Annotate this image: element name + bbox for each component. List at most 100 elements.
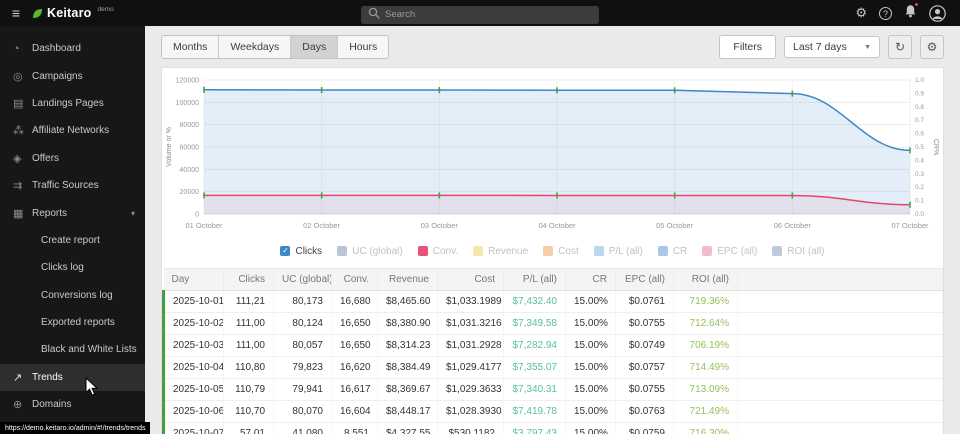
sidebar-item-dashboard[interactable]: ◔Dashboard [0,35,145,62]
offers-icon: ◈ [13,152,32,165]
app-window: ≡ Keitaro demo ⚙ ? [0,0,960,434]
column-header-revenue[interactable]: Revenue [378,269,438,291]
sidebar-item-landings-pages[interactable]: ▤Landings Pages [0,90,145,117]
column-header-cr[interactable]: CR [566,269,616,291]
sidebar-item-label: Create report [41,235,100,246]
left-axis-title: Volume or % [166,127,173,167]
legend-item-epc-all[interactable]: EPC (all) [702,246,757,257]
legend-swatch: ✓ [280,246,290,256]
sidebar-item-clicks-log[interactable]: Clicks log [0,254,145,281]
y-tick-label: 60000 [180,145,200,152]
column-header-uc-global[interactable]: UC (global) [274,269,332,291]
legend-label: Clicks [295,246,322,257]
sidebar-item-label: Landings Pages [32,98,104,109]
cell-roi-all: 716.30% [674,423,738,434]
column-header-p-l-all[interactable]: P/L (all) [504,269,566,291]
legend-item-cost[interactable]: Cost [543,246,579,257]
tab-months[interactable]: Months [162,36,219,58]
legend-swatch [337,246,347,256]
sidebar-item-affiliate-networks[interactable]: ⁂Affiliate Networks [0,117,145,144]
cell-p-l-all: $7,340.31 [504,379,566,401]
legend-label: UC (global) [352,246,403,257]
y-tick-label: 20000 [180,189,200,196]
legend-item-cr[interactable]: CR [658,246,687,257]
sidebar-item-label: Black and White Lists [41,344,137,355]
x-tick-label: 01 October [185,221,223,230]
cell-cost: $1,028.3930 [438,401,504,423]
sidebar-item-create-report[interactable]: Create report [0,227,145,254]
cell-uc-global: 79,823 [274,357,332,379]
column-header-cost[interactable]: Cost [438,269,504,291]
legend-swatch [473,246,483,256]
filters-button[interactable]: Filters [719,35,776,59]
column-header-roi-all[interactable]: ROI (all) [674,269,738,291]
sidebar-item-offers[interactable]: ◈Offers [0,145,145,172]
sidebar-item-exported-reports[interactable]: Exported reports [0,309,145,336]
legend-swatch [418,246,428,256]
x-tick-label: 02 October [303,221,341,230]
column-header-epc-all[interactable]: EPC (all) [616,269,674,291]
tab-days[interactable]: Days [291,36,338,58]
sidebar-item-conversions-log[interactable]: Conversions log [0,282,145,309]
cell-clicks: 110,70 [224,401,274,423]
cell-day: 2025-10-05 [164,379,224,401]
reports-icon: ▦ [13,207,32,220]
column-header-day[interactable]: Day [164,269,224,291]
sidebar-item-campaigns[interactable]: ◎Campaigns [0,62,145,89]
cell-cr: 15.00% [566,423,616,434]
traffic-icon: ⇉ [13,179,32,192]
tab-weekdays[interactable]: Weekdays [219,36,291,58]
column-header-clicks[interactable]: Clicks [224,269,274,291]
column-header-filler [738,269,943,291]
cell-p-l-all: $7,355.07 [504,357,566,379]
refresh-button[interactable]: ↻ [888,35,912,59]
legend-item-clicks[interactable]: ✓ Clicks [280,246,322,257]
y-tick-label: 100000 [176,100,199,107]
legend-label: Revenue [488,246,528,257]
avatar[interactable] [929,5,946,22]
settings-gear-icon[interactable]: ⚙ [855,5,867,21]
chart-settings-button[interactable]: ⚙ [920,35,944,59]
legend-item-roi-all[interactable]: ROI (all) [772,246,824,257]
cell-roi-all: 721.49% [674,401,738,423]
cell-epc-all: $0.0759 [616,423,674,434]
legend-item-uc-global[interactable]: UC (global) [337,246,403,257]
cell-revenue: $8,384.49 [378,357,438,379]
legend-swatch [543,246,553,256]
legend-item-conv[interactable]: Conv. [418,246,458,257]
search-input[interactable] [361,6,599,24]
cell-day: 2025-10-03 [164,335,224,357]
sidebar-item-traffic-sources[interactable]: ⇉Traffic Sources [0,172,145,199]
right-tick-label: 0.7 [915,117,924,124]
sidebar-item-label: Reports [32,208,67,219]
chart-legend: ✓ Clicks UC (global) Conv. Revenue Cost P/L (a… [162,240,943,262]
statusbar-url: https://demo.keitaro.io/admin/#!/trends/… [0,422,150,434]
right-tick-label: 0.2 [915,184,924,191]
sidebar-item-domains[interactable]: ⊕Domains [0,391,145,418]
column-header-conv[interactable]: Conv. [332,269,378,291]
right-tick-label: 1.0 [915,77,924,84]
legend-item-revenue[interactable]: Revenue [473,246,528,257]
help-icon[interactable]: ? [879,7,892,20]
sidebar-item-reports[interactable]: ▦Reports▾ [0,199,145,226]
cell-cr: 15.00% [566,313,616,335]
menu-icon[interactable]: ≡ [0,5,32,21]
right-tick-label: 0.8 [915,104,924,111]
app-logo[interactable]: Keitaro demo [32,6,114,20]
legend-item-p-l-all[interactable]: P/L (all) [594,246,643,257]
trend-chart: 02000040000600008000010000012000001 Octo… [162,72,943,240]
sidebar-item-black-and-white-lists[interactable]: Black and White Lists [0,336,145,363]
cell-epc-all: $0.0749 [616,335,674,357]
sidebar-item-trends[interactable]: ↗Trends [0,364,145,391]
cell-revenue: $4,327.55 [378,423,438,434]
tab-hours[interactable]: Hours [338,36,388,58]
cell-p-l-all: $7,419.78 [504,401,566,423]
table-row: 2025-10-05110,7979,94116,617$8,369.67$1,… [164,379,943,401]
legend-swatch [594,246,604,256]
logo-demo-badge: demo [97,6,113,13]
date-range-select[interactable]: Last 7 days ▼ [784,36,880,58]
notifications-bell-icon[interactable] [904,4,917,23]
legend-label: Conv. [433,246,458,257]
sidebar-item-label: Trends [32,372,63,383]
right-tick-label: 0.4 [915,157,924,164]
